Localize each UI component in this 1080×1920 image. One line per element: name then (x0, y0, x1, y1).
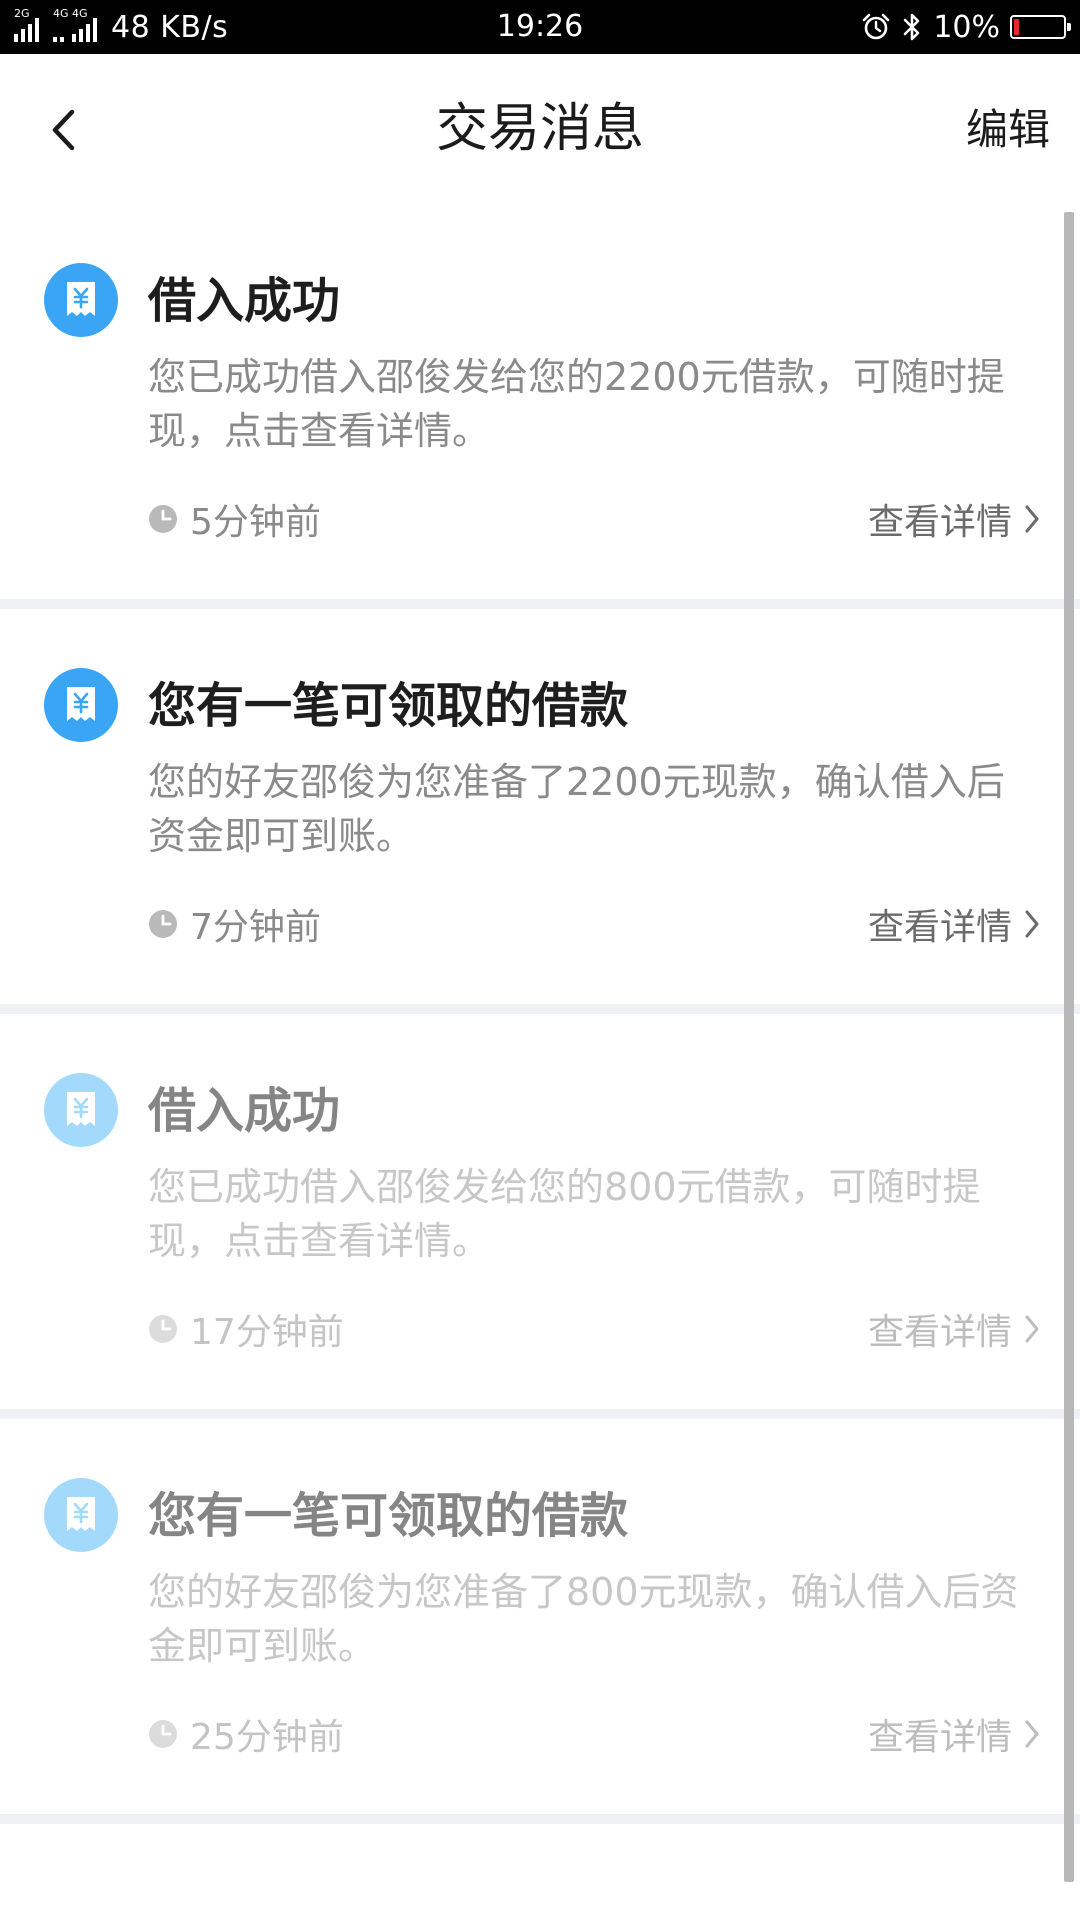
alarm-clock-icon (863, 13, 890, 40)
clock-icon (149, 1315, 177, 1343)
message-time: 25分钟前 (190, 1717, 344, 1758)
chevron-right-icon (1025, 1720, 1039, 1748)
message-item[interactable]: 您有一笔可领取的借款 您的好友邵俊为您准备了2200元现款，确认借入后资金即可到… (0, 609, 1080, 1004)
bluetooth-icon (904, 13, 920, 41)
message-meta: 5分钟前 (148, 492, 321, 546)
receipt-yen-icon (44, 668, 118, 742)
message-time: 7分钟前 (190, 907, 321, 948)
edit-button[interactable]: 编辑 (966, 98, 1050, 162)
message-time: 17分钟前 (190, 1312, 344, 1353)
message-body: 您的好友邵俊为您准备了2200元现款，确认借入后资金即可到账。 (148, 760, 1005, 858)
signal-strength-icon: 2G (14, 8, 39, 42)
message-list[interactable]: 借入成功 您已成功借入邵俊发给您的2200元借款，可随时提现，点击查看详情。 5… (0, 204, 1080, 1920)
back-button[interactable] (38, 100, 88, 160)
chevron-right-icon (1025, 910, 1039, 938)
view-details-label: 查看详情 (867, 1717, 1012, 1758)
message-body: 您已成功借入邵俊发给您的800元借款，可随时提现，点击查看详情。 (148, 1165, 981, 1263)
network-type-label: 4G (72, 7, 88, 20)
divider (0, 1004, 1080, 1014)
message-meta: 7分钟前 (148, 897, 321, 951)
chevron-left-icon (52, 109, 75, 151)
message-meta: 25分钟前 (148, 1707, 344, 1761)
battery-percent: 10% (933, 9, 1000, 45)
network-speed: 48 KB/s (111, 9, 229, 45)
receipt-yen-icon (44, 1478, 118, 1552)
receipt-yen-icon (44, 263, 118, 337)
signal-strength-icon: 4G (72, 8, 97, 42)
receipt-yen-icon (44, 1073, 118, 1147)
signal-strength-icon: 4G (53, 8, 69, 42)
message-item[interactable]: 借入成功 您已成功借入邵俊发给您的800元借款，可随时提现，点击查看详情。 17… (0, 1014, 1080, 1409)
page-title: 交易消息 (435, 99, 644, 159)
chevron-right-icon (1025, 1315, 1039, 1343)
view-details-link[interactable]: 查看详情 (868, 492, 1040, 546)
clock-icon (149, 910, 177, 938)
message-body: 您已成功借入邵俊发给您的2200元借款，可随时提现，点击查看详情。 (148, 355, 1005, 453)
divider (0, 1409, 1080, 1419)
view-details-link[interactable]: 查看详情 (868, 1707, 1040, 1761)
status-bar-right: 10% (861, 0, 1071, 54)
message-title: 您有一笔可领取的借款 (148, 678, 629, 734)
view-details-label: 查看详情 (867, 502, 1012, 543)
message-title: 您有一笔可领取的借款 (148, 1488, 629, 1544)
message-body: 您的好友邵俊为您准备了800元现款，确认借入后资金即可到账。 (148, 1570, 1019, 1668)
message-item[interactable]: 您有一笔可领取的借款 您的好友邵俊为您准备了800元现款，确认借入后资金即可到账… (0, 1419, 1080, 1814)
view-details-label: 查看详情 (867, 1312, 1012, 1353)
battery-level (1014, 19, 1019, 35)
message-time: 5分钟前 (190, 502, 321, 543)
divider (0, 1814, 1080, 1824)
divider (0, 599, 1080, 609)
view-details-link[interactable]: 查看详情 (868, 1302, 1040, 1356)
message-title: 借入成功 (148, 273, 341, 329)
message-item[interactable]: 借入成功 您已成功借入邵俊发给您的2200元借款，可随时提现，点击查看详情。 5… (0, 204, 1080, 599)
message-meta: 17分钟前 (148, 1302, 344, 1356)
network-type-label: 2G (14, 7, 30, 20)
status-bar-left: 2G 4G 4G 48 KB/s (14, 0, 228, 54)
status-bar: 2G 4G 4G 48 KB/s 19:26 10% (0, 0, 1080, 54)
scrollbar[interactable] (1064, 212, 1074, 1882)
message-title: 借入成功 (148, 1083, 341, 1139)
navigation-bar: 交易消息 编辑 (0, 54, 1080, 204)
view-details-link[interactable]: 查看详情 (868, 897, 1040, 951)
view-details-label: 查看详情 (867, 907, 1012, 948)
chevron-right-icon (1025, 505, 1039, 533)
clock-icon (149, 505, 177, 533)
clock-icon (149, 1720, 177, 1748)
battery-icon (1010, 15, 1071, 39)
network-type-label: 4G (53, 7, 69, 20)
